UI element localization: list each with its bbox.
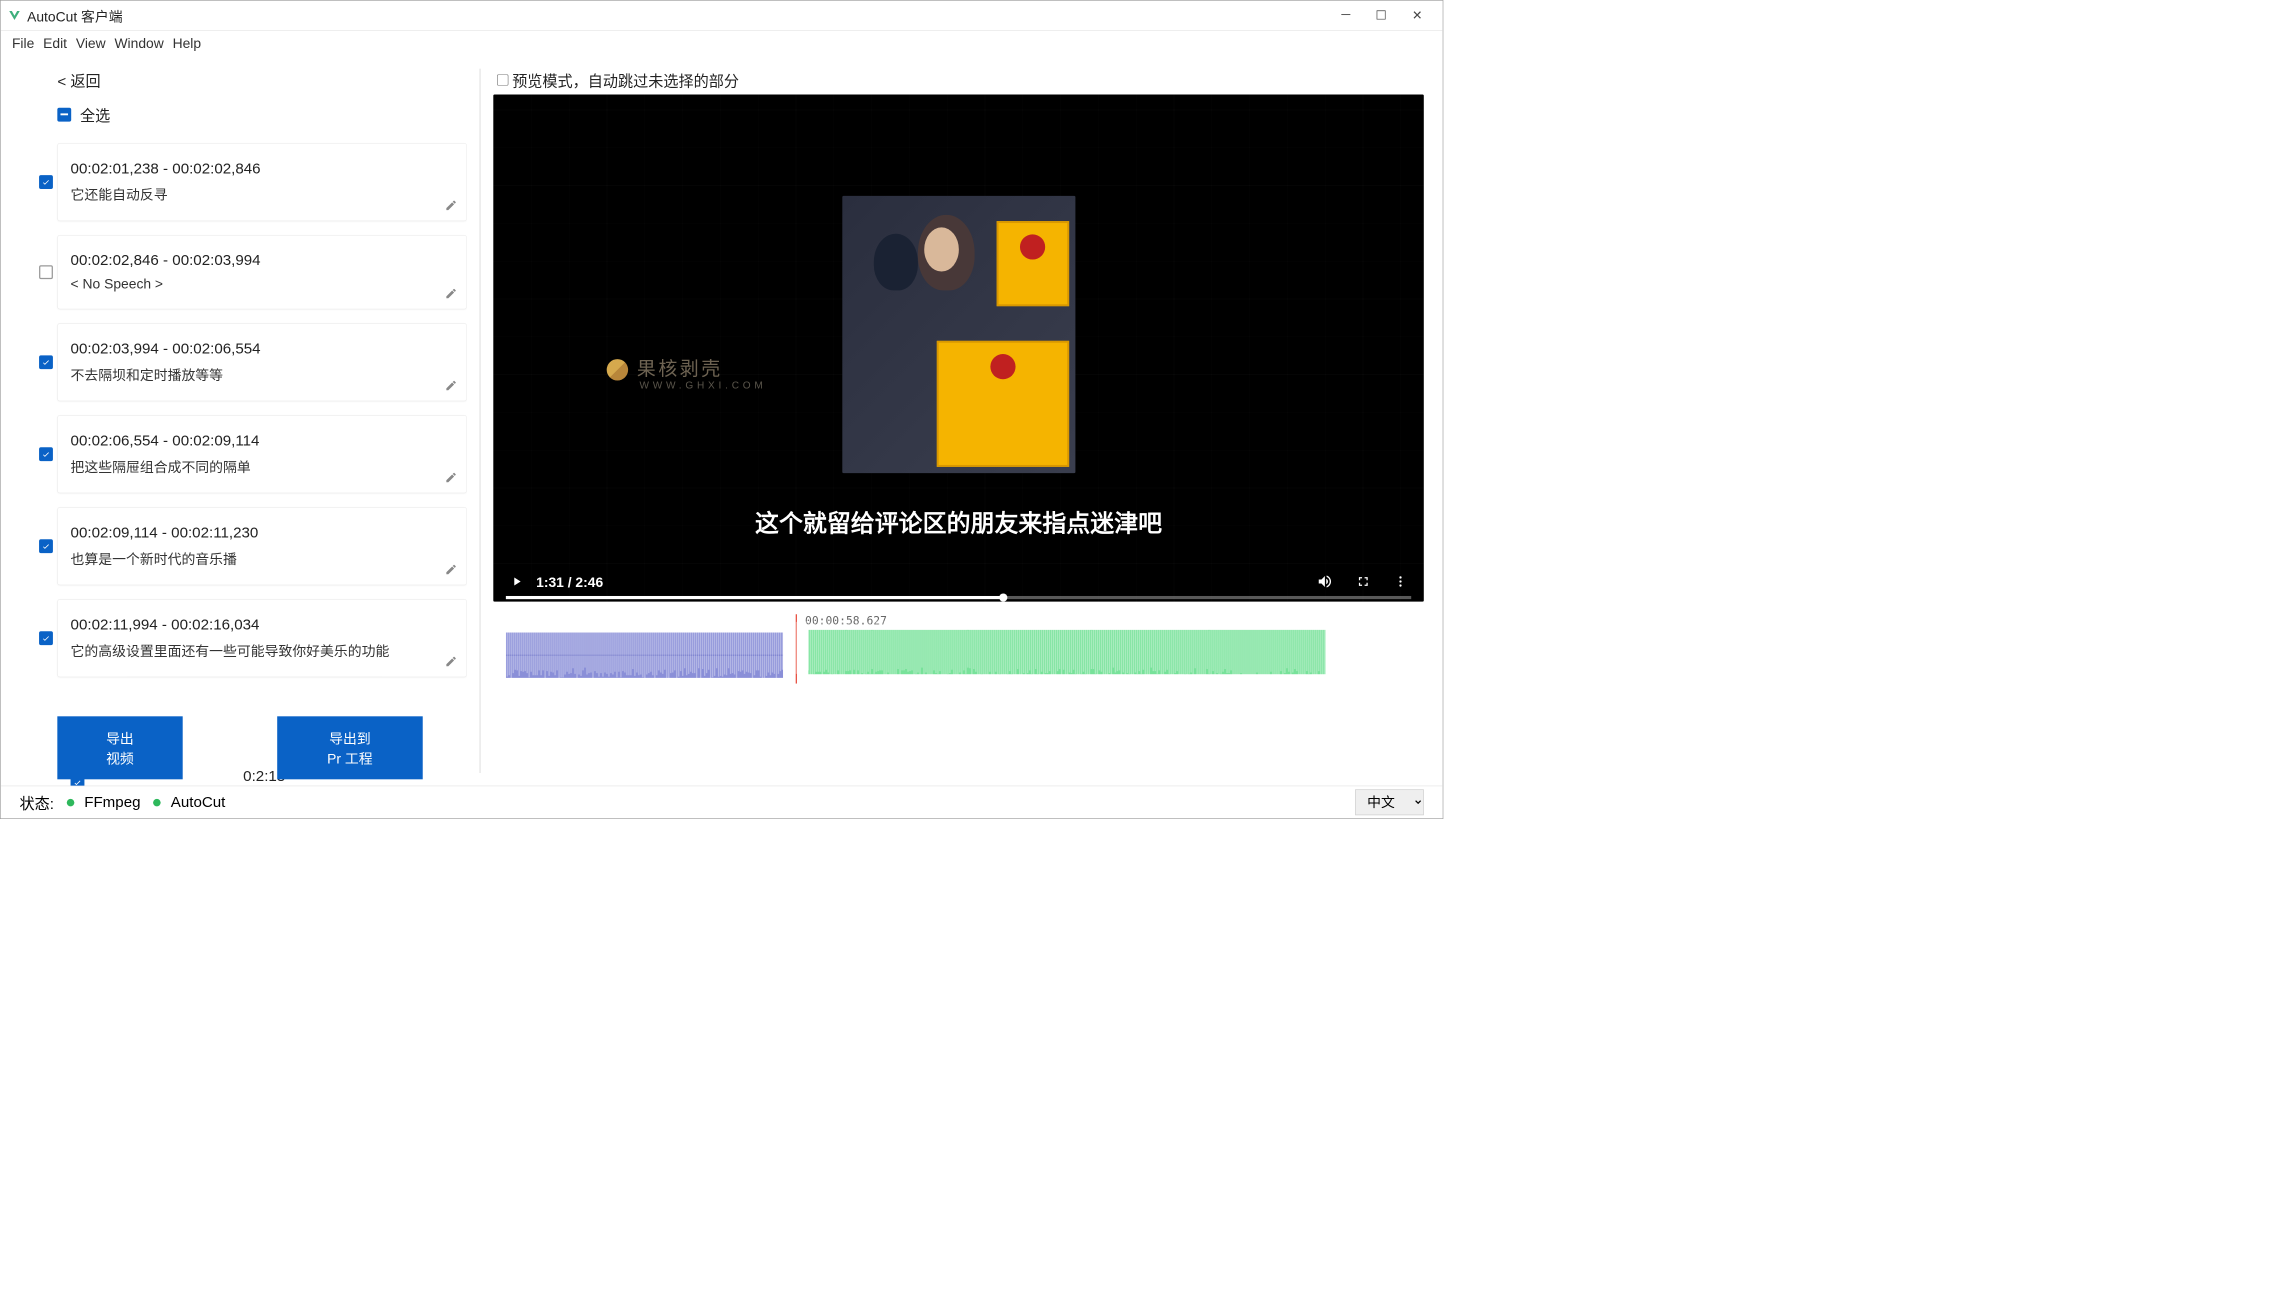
select-all-checkbox[interactable] <box>57 107 71 121</box>
right-panel: 预览模式，自动跳过未选择的部分 果核剥壳 WWW.GHXI.COM 这个就留给评… <box>481 56 1443 786</box>
segment-timing: 00:02:06,554 - 00:02:09,114 <box>71 432 454 450</box>
segment-checkbox[interactable] <box>39 447 53 461</box>
list-item[interactable]: 00:02:11,994 - 00:02:16,034 它的高级设置里面还有一些可… <box>57 599 466 677</box>
preview-mode-checkbox[interactable] <box>497 74 508 85</box>
left-panel: < 返回 全选 00:02:01,238 - 00:02:02,846 它还能自动… <box>1 56 480 786</box>
segment-text: 把这些隔屉组合成不同的隔单 <box>71 456 454 476</box>
segment-checkbox[interactable] <box>39 265 53 279</box>
back-button[interactable]: < 返回 <box>13 69 467 104</box>
minimize-icon[interactable]: ─ <box>1341 8 1350 24</box>
segment-checkbox[interactable] <box>71 776 85 786</box>
play-icon[interactable] <box>510 574 524 591</box>
status-dot-icon <box>153 799 161 807</box>
pencil-icon[interactable] <box>445 563 458 576</box>
maximize-icon[interactable]: ☐ <box>1375 8 1386 24</box>
menu-edit[interactable]: Edit <box>43 35 67 51</box>
video-progress[interactable] <box>506 596 1411 599</box>
menu-view[interactable]: View <box>76 35 106 51</box>
video-frame <box>842 196 1075 473</box>
statusbar: 状态: FFmpeg AutoCut 中文 <box>1 786 1443 819</box>
pencil-icon[interactable] <box>445 471 458 484</box>
volume-icon[interactable] <box>1317 573 1333 593</box>
export-pr-button[interactable]: 导出到 Pr 工程 <box>277 716 423 779</box>
video-subtitle: 这个就留给评论区的朋友来指点迷津吧 <box>493 504 1424 539</box>
segment-timing: 00:02:01,238 - 00:02:02,846 <box>71 160 454 178</box>
pencil-icon[interactable] <box>445 287 458 300</box>
language-select-wrap: 中文 <box>1355 789 1424 815</box>
menu-file[interactable]: File <box>12 35 34 51</box>
status-item-ffmpeg: FFmpeg <box>84 793 140 811</box>
export-video-button[interactable]: 导出视频 <box>57 716 182 779</box>
video-controls: 1:31 / 2:46 <box>493 564 1424 602</box>
language-select[interactable]: 中文 <box>1355 789 1424 815</box>
titlebar: AutoCut 客户端 ─ ☐ ✕ <box>1 1 1443 31</box>
segment-checkbox[interactable] <box>39 539 53 553</box>
select-all-label: 全选 <box>80 103 110 125</box>
segment-timing: 00:02:11,994 - 00:02:16,034 <box>71 616 454 634</box>
segment-checkbox[interactable] <box>39 355 53 369</box>
watermark-icon <box>607 359 628 380</box>
list-item[interactable]: 00:02:09,114 - 00:02:11,230 也算是一个新时代的音乐播 <box>57 507 466 585</box>
app-logo-icon <box>8 9 21 22</box>
close-icon[interactable]: ✕ <box>1412 8 1423 24</box>
select-all-row[interactable]: 全选 <box>13 103 467 135</box>
window-title: AutoCut 客户端 <box>27 5 123 25</box>
fullscreen-icon[interactable] <box>1356 574 1371 592</box>
list-item[interactable]: 00:02:06,554 - 00:02:09,114 把这些隔屉组合成不同的隔单 <box>57 415 466 493</box>
segment-text: 它的高级设置里面还有一些可能导致你好美乐的功能 <box>71 640 454 660</box>
segment-timing: 00:02:02,846 - 00:02:03,994 <box>71 252 454 270</box>
list-item[interactable]: 00:02:03,994 - 00:02:06,554 不去隔坝和定时播放等等 <box>57 323 466 401</box>
pencil-icon[interactable] <box>445 379 458 392</box>
segment-list[interactable]: 00:02:01,238 - 00:02:02,846它还能自动反寻00:02:… <box>13 135 467 716</box>
export-bar: 导出视频 导出到 Pr 工程 0:2:18 <box>13 716 467 785</box>
pencil-icon[interactable] <box>445 199 458 212</box>
preview-mode-row[interactable]: 预览模式，自动跳过未选择的部分 <box>493 69 1424 91</box>
segment-text: 它还能自动反寻 <box>71 184 454 204</box>
status-item-autocut: AutoCut <box>171 793 226 811</box>
segment-checkbox[interactable] <box>39 175 53 189</box>
list-item[interactable]: 00:02:01,238 - 00:02:02,846 它还能自动反寻 <box>57 143 466 221</box>
video-time: 1:31 / 2:46 <box>536 575 603 591</box>
segment-text: < No Speech > <box>71 276 454 292</box>
more-icon[interactable] <box>1394 574 1408 591</box>
list-item[interactable]: 00:02:02,846 - 00:02:03,994 < No Speech > <box>57 235 466 309</box>
menu-window[interactable]: Window <box>114 35 163 51</box>
status-label: 状态: <box>20 791 54 813</box>
segment-checkbox[interactable] <box>39 631 53 645</box>
segment-text: 也算是一个新时代的音乐播 <box>71 548 454 568</box>
waveform[interactable]: 00:00:58.627 <box>493 614 1424 683</box>
pencil-icon[interactable] <box>445 655 458 668</box>
menubar: File Edit View Window Help <box>1 31 1443 56</box>
watermark: 果核剥壳 WWW.GHXI.COM <box>607 353 767 392</box>
menu-help[interactable]: Help <box>173 35 202 51</box>
preview-mode-label: 预览模式，自动跳过未选择的部分 <box>512 69 739 91</box>
video-player[interactable]: 果核剥壳 WWW.GHXI.COM 这个就留给评论区的朋友来指点迷津吧 1:31… <box>493 95 1424 602</box>
segment-timing: 00:02:03,994 - 00:02:06,554 <box>71 340 454 358</box>
segment-timing: 00:02:09,114 - 00:02:11,230 <box>71 524 454 542</box>
status-dot-icon <box>67 799 75 807</box>
segment-text: 不去隔坝和定时播放等等 <box>71 364 454 384</box>
